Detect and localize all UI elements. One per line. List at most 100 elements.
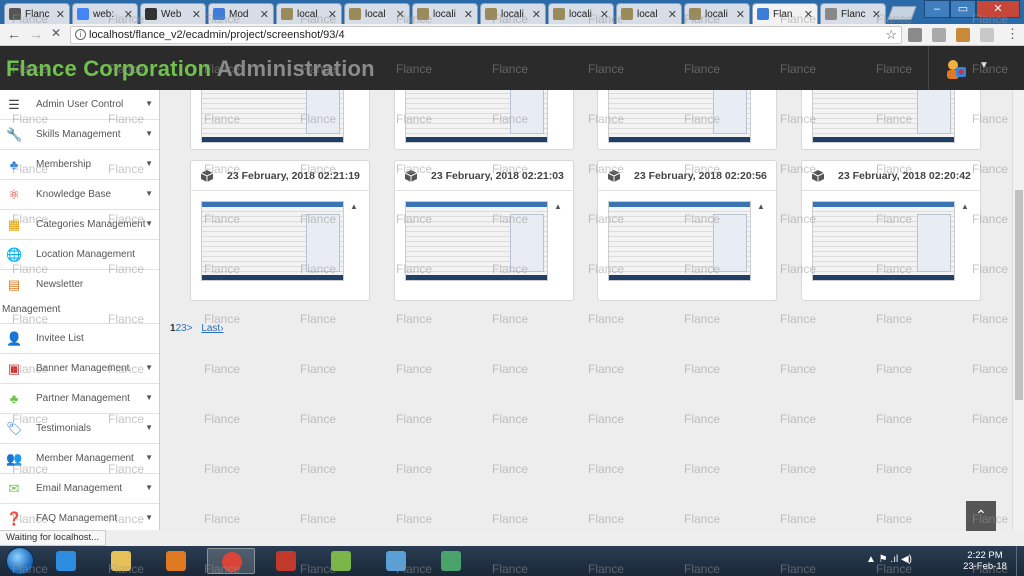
tab-close-icon[interactable]: ✕ (804, 8, 813, 21)
extension-grid-icon[interactable] (980, 28, 994, 42)
collapse-toggle-icon[interactable]: ▲ (757, 202, 765, 211)
sidebar-item[interactable]: ✉ Email Management ▼ (0, 474, 159, 504)
browser-tab[interactable]: Mod ✕ (208, 3, 274, 24)
tab-title: Web (161, 8, 182, 20)
system-tray[interactable]: ▲ ⚑ .ıl ◀) (866, 554, 912, 565)
sidebar-item[interactable]: 👥 Member Management ▼ (0, 444, 159, 474)
browser-tab[interactable]: local ✕ (344, 3, 410, 24)
screenshot-thumbnail[interactable] (201, 201, 344, 281)
browser-tab[interactable]: Flanc ✕ (4, 3, 70, 24)
browser-tab[interactable]: Flan ✕ (752, 3, 818, 24)
user-menu[interactable]: ▼ (928, 46, 1024, 90)
screenshot-thumbnail[interactable] (608, 201, 751, 281)
tab-close-icon[interactable]: ✕ (736, 8, 745, 21)
tab-close-icon[interactable]: ✕ (260, 8, 269, 21)
new-tab-button[interactable] (887, 6, 917, 20)
browser-tab[interactable]: locali ✕ (480, 3, 546, 24)
browser-tab[interactable]: web: ✕ (72, 3, 138, 24)
sidebar-item[interactable]: ▣ Banner Management ▼ (0, 354, 159, 384)
taskbar-clock[interactable]: 2:22 PM 23-Feb-18 (960, 550, 1010, 572)
brand-secondary: Administration (216, 56, 375, 81)
taskbar-app[interactable] (207, 548, 255, 574)
clock-time: 2:22 PM (967, 550, 1003, 561)
chevron-down-icon: ▼ (145, 129, 153, 138)
taskbar-app[interactable] (372, 548, 420, 574)
screenshot-thumbnail[interactable] (608, 90, 751, 143)
menu-icon: ☰ (8, 97, 20, 112)
screenshot-thumbnail[interactable] (201, 90, 344, 143)
chevron-down-icon: ▼ (145, 453, 153, 462)
info-icon[interactable]: i (75, 29, 86, 40)
ie-icon (56, 551, 76, 571)
scrollbar-thumb[interactable] (1015, 190, 1023, 400)
show-desktop-button[interactable] (1016, 546, 1024, 576)
browser-tab[interactable]: Web ✕ (140, 3, 206, 24)
browser-tab[interactable]: locali ✕ (412, 3, 478, 24)
scroll-to-top-button[interactable]: ⌃ (966, 501, 996, 531)
address-bar[interactable]: i localhost/flance_v2/ecadmin/project/sc… (70, 26, 902, 44)
network-icon (386, 551, 406, 571)
screenshot-thumbnail[interactable] (812, 90, 955, 143)
tab-close-icon[interactable]: ✕ (668, 8, 677, 21)
sidebar-item[interactable]: ♣ Membership ▼ (0, 150, 159, 180)
brand-title[interactable]: Flance Corporation Administration (6, 56, 375, 82)
browser-tab[interactable]: locali ✕ (684, 3, 750, 24)
taskbar-app[interactable] (317, 548, 365, 574)
tab-close-icon[interactable]: ✕ (396, 8, 405, 21)
collapse-toggle-icon[interactable]: ▲ (961, 202, 969, 211)
tab-close-icon[interactable]: ✕ (192, 8, 201, 21)
sidebar-item[interactable]: 🔧 Skills Management ▼ (0, 120, 159, 150)
screenshot-thumbnail[interactable] (405, 201, 548, 281)
minimize-button[interactable]: – (924, 0, 950, 18)
tab-close-icon[interactable]: ✕ (464, 8, 473, 21)
chrome-icon (222, 552, 242, 572)
collapse-toggle-icon[interactable]: ▲ (554, 202, 562, 211)
pagination-last[interactable]: Last› (201, 323, 223, 334)
sidebar-item[interactable]: ⚛ Knowledge Base ▼ (0, 180, 159, 210)
taskbar-app[interactable] (97, 548, 145, 574)
browser-tab[interactable]: local ✕ (276, 3, 342, 24)
tab-close-icon[interactable]: ✕ (600, 8, 609, 21)
start-button[interactable] (6, 547, 34, 575)
tab-close-icon[interactable]: ✕ (56, 8, 65, 21)
sidebar-item[interactable]: ❓ FAQ Management ▼ (0, 504, 159, 530)
pagination-next[interactable]: > (187, 323, 193, 334)
sidebar-item[interactable]: ♣ Partner Management ▼ (0, 384, 159, 414)
tab-close-icon[interactable]: ✕ (328, 8, 337, 21)
screenshot-thumbnail[interactable] (812, 201, 955, 281)
window-close-button[interactable]: ✕ (976, 0, 1020, 18)
sidebar-item[interactable]: 🏷 Testimonials ▼ (0, 414, 159, 444)
back-button[interactable]: ← (7, 26, 21, 42)
tab-close-icon[interactable]: ✕ (872, 8, 881, 21)
taskbar-app[interactable] (427, 548, 475, 574)
taskbar-app[interactable] (152, 548, 200, 574)
stop-loading-button[interactable]: ✕ (51, 26, 61, 40)
tab-close-icon[interactable]: ✕ (124, 8, 133, 21)
screenshot-card-header: 23 February, 2018 02:20:42 (802, 161, 980, 191)
page-scrollbar[interactable] (1012, 90, 1024, 530)
extension-shield-icon[interactable] (908, 28, 922, 42)
pagination: 123> Last› (170, 323, 224, 334)
sidebar-item[interactable]: ▤ Newsletter (0, 270, 159, 324)
screenshot-thumbnail[interactable] (405, 90, 548, 143)
extension-page-icon[interactable] (932, 28, 946, 42)
sidebar-item[interactable]: ☰ Admin User Control ▼ (0, 90, 159, 120)
sidebar-item[interactable]: 🌐 Location Management (0, 240, 159, 270)
taskbar-app[interactable] (42, 548, 90, 574)
screenshot-card (597, 90, 777, 150)
tab-close-icon[interactable]: ✕ (532, 8, 541, 21)
browser-tab[interactable]: Flanc ✕ (820, 3, 886, 24)
maximize-button[interactable]: ▭ (950, 0, 976, 18)
chrome-menu-icon[interactable]: ⋮ (1006, 26, 1019, 42)
collapse-toggle-icon[interactable]: ▲ (350, 202, 358, 211)
forward-button[interactable]: → (29, 26, 43, 42)
browser-tab[interactable]: local ✕ (616, 3, 682, 24)
tab-favicon-icon (485, 8, 497, 20)
browser-tab[interactable]: locali ✕ (548, 3, 614, 24)
sidebar-item[interactable]: ▦ Categories Management ▼ (0, 210, 159, 240)
taskbar-app[interactable] (262, 548, 310, 574)
extension-tools-icon[interactable] (956, 28, 970, 42)
chevron-down-icon: ▼ (145, 159, 153, 168)
sidebar-item[interactable]: 👤 Invitee List (0, 324, 159, 354)
bookmark-star-icon[interactable]: ☆ (885, 27, 897, 43)
